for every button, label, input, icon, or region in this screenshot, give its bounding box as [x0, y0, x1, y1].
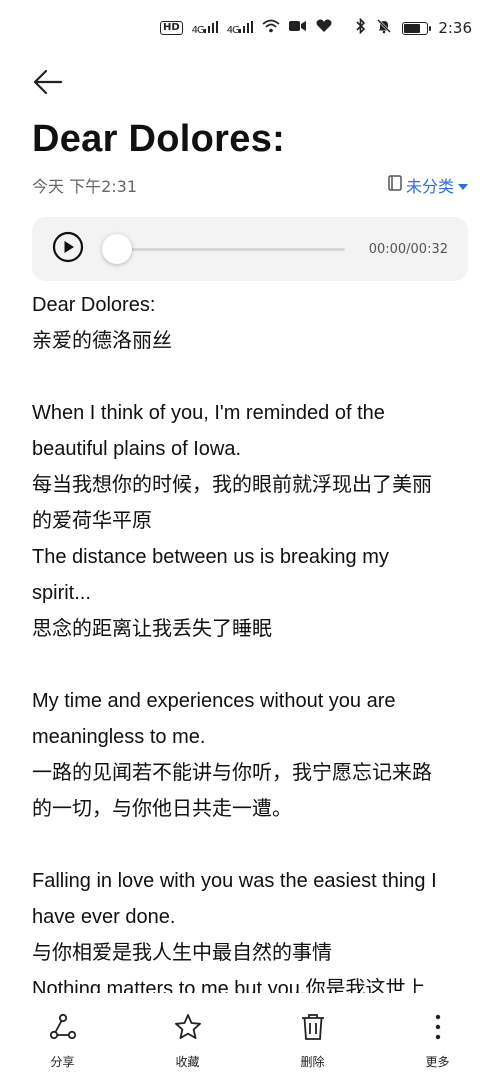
battery-level [404, 23, 421, 33]
arrow-left-icon [33, 69, 63, 99]
play-button[interactable] [52, 231, 84, 267]
status-right: 2:36 [356, 17, 472, 38]
favorite-button[interactable]: 收藏 [133, 1013, 243, 1070]
notebook-icon [388, 175, 402, 195]
more-vertical-icon [424, 1013, 452, 1045]
hd-badge: HD [160, 21, 183, 35]
note-line: meaningless to me. [32, 726, 206, 748]
seek-thumb[interactable] [102, 234, 132, 264]
seek-track [104, 247, 345, 251]
mute-bell-icon [376, 18, 392, 38]
note-line: 一路的见闻若不能讲与你听，我宁愿忘记来路 [32, 762, 432, 784]
delete-label: 删除 [300, 1055, 325, 1069]
delete-button[interactable]: 删除 [258, 1013, 368, 1070]
share-label: 分享 [50, 1055, 75, 1069]
network-type-1: 4G [191, 24, 205, 36]
network-type-2: 4G [226, 24, 240, 36]
note-line: 与你相爱是我人生中最自然的事情 [32, 942, 332, 964]
wifi-icon [262, 19, 280, 37]
note-line: 亲爱的德洛丽丝 [32, 330, 172, 352]
note-line [32, 647, 476, 683]
note-line: 思念的距离让我丢失了睡眠 [32, 618, 272, 640]
note-title[interactable]: Dear Dolores: [32, 118, 285, 161]
note-line: have ever done. [32, 906, 176, 928]
note-meta: 今天 下午2:31 未分类 [32, 172, 468, 198]
more-button[interactable]: 更多 [383, 1013, 493, 1070]
note-line: The distance between us is breaking my [32, 546, 389, 568]
category-selector[interactable]: 未分类 [388, 173, 468, 197]
note-line: 每当我想你的时候，我的眼前就浮现出了美丽 [32, 474, 432, 496]
trash-icon [299, 1013, 327, 1045]
note-line: beautiful plains of Iowa. [32, 438, 242, 460]
note-line: 的一切，与你他日共走一遭。 [32, 798, 292, 820]
note-timestamp: 今天 下午2:31 [32, 177, 138, 196]
share-icon [49, 1013, 77, 1045]
note-line: Dear Dolores: [32, 294, 156, 316]
bluetooth-icon [356, 17, 366, 38]
battery-icon [402, 21, 432, 35]
audio-time: 00:00/00:32 [368, 241, 448, 257]
note-line [32, 359, 476, 395]
note-line [32, 827, 476, 863]
caret-down-icon [458, 176, 468, 195]
status-time: 2:36 [438, 19, 472, 37]
status-left: HD 4G 4G [160, 19, 332, 37]
play-icon [52, 231, 84, 267]
share-button[interactable]: 分享 [8, 1013, 118, 1070]
note-line: 的爱荷华平原 [32, 510, 152, 532]
signal-icon: 4G [191, 20, 218, 36]
note-line: Nothing matters to me but you.你是我这世上 [32, 978, 426, 993]
star-icon [174, 1013, 202, 1045]
note-line: spirit... [32, 582, 91, 604]
note-screen: HD 4G 4G 2:36 Dear Dolores: 今天 下午2:31 未分… [0, 0, 500, 1085]
note-line: Falling in love with you was the easiest… [32, 870, 437, 892]
note-line: When I think of you, I'm reminded of the [32, 402, 385, 424]
note-line: My time and experiences without you are [32, 690, 396, 712]
bottom-toolbar: 分享 收藏 删除 更多 [0, 993, 500, 1085]
heart-icon [316, 19, 332, 37]
status-bar: HD 4G 4G 2:36 [0, 0, 500, 56]
note-content[interactable]: Dear Dolores: 亲爱的德洛丽丝 When I think of you,… [32, 287, 476, 993]
favorite-label: 收藏 [175, 1055, 200, 1069]
signal-icon-2: 4G [226, 20, 253, 36]
more-label: 更多 [425, 1055, 450, 1069]
back-button[interactable] [28, 64, 68, 104]
category-label: 未分类 [405, 177, 454, 196]
video-call-icon [288, 20, 307, 36]
audio-player: 00:00/00:32 [32, 217, 468, 281]
audio-seekbar[interactable] [102, 233, 345, 265]
